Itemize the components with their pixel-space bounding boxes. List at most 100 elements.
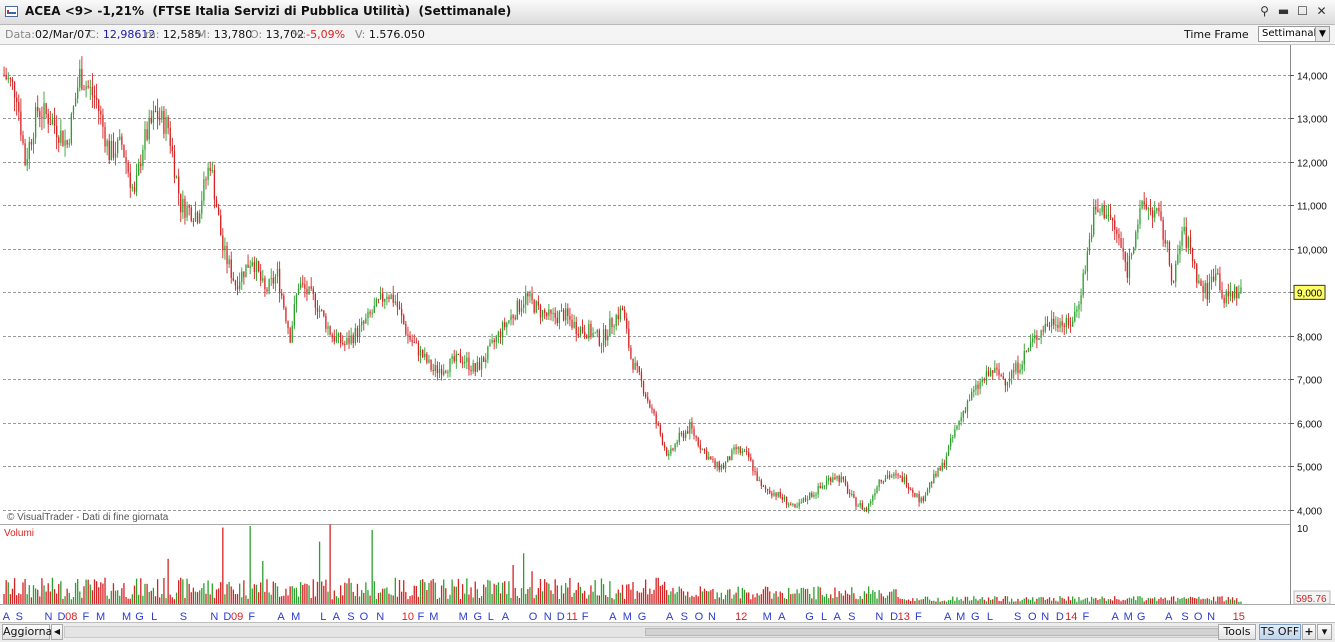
volume-bar xyxy=(11,588,14,604)
volume-bar xyxy=(398,580,401,604)
candle-body xyxy=(552,312,554,314)
volume-bar xyxy=(1124,600,1126,604)
volume-bar xyxy=(1204,599,1206,604)
candle-body xyxy=(745,451,748,453)
volume-bar xyxy=(182,579,184,604)
volume-bar xyxy=(89,584,91,604)
candle-body xyxy=(739,447,741,453)
volume-bar xyxy=(537,588,540,604)
volume-bar xyxy=(300,582,302,604)
candle-body xyxy=(165,117,167,134)
volume-bar xyxy=(966,596,969,604)
pin-icon[interactable]: ⚲ xyxy=(1257,4,1272,19)
candle-body xyxy=(358,325,361,338)
volume-bar xyxy=(600,578,603,604)
candle-body xyxy=(241,271,243,282)
candle-body xyxy=(832,477,834,482)
volume-bar xyxy=(541,591,544,604)
volume-bar xyxy=(1187,598,1190,604)
candle-body xyxy=(455,353,457,362)
candle-body xyxy=(1023,351,1025,365)
candle-body xyxy=(1086,251,1089,272)
volume-bar xyxy=(1156,600,1158,604)
volume-bar xyxy=(350,582,352,604)
time-tick-label: 08 xyxy=(65,611,77,622)
candle-body xyxy=(777,491,779,497)
volume-bar xyxy=(205,593,207,604)
volume-bar xyxy=(129,598,131,604)
volume-bar xyxy=(1177,597,1179,604)
candle-body xyxy=(1160,211,1162,220)
time-tick-label: A xyxy=(944,611,952,622)
candle-body xyxy=(266,289,268,292)
candle-body xyxy=(630,347,632,359)
close-icon[interactable]: ✕ xyxy=(1314,4,1329,19)
volume-bar xyxy=(377,592,380,604)
volume-bar xyxy=(771,598,773,604)
minimize-button[interactable]: ▬ xyxy=(1276,4,1291,19)
candle-body xyxy=(695,435,697,438)
candle-body xyxy=(968,399,971,401)
volume-bar xyxy=(1082,599,1084,604)
candle-body xyxy=(821,485,823,489)
candle-body xyxy=(171,146,173,152)
candle-body xyxy=(234,280,237,286)
ts-off-button[interactable]: TS OFF xyxy=(1259,624,1301,640)
candle-body xyxy=(956,425,958,430)
candle-body xyxy=(697,437,699,446)
time-tick-label: G xyxy=(135,611,144,622)
volume-bar xyxy=(573,592,575,604)
volume-bar xyxy=(1038,597,1040,604)
volume-bar xyxy=(693,596,695,604)
volume-bar xyxy=(720,592,723,604)
volume-bar xyxy=(335,596,338,604)
candle-body xyxy=(409,335,411,341)
candle-body xyxy=(285,307,287,322)
volume-bar xyxy=(947,600,950,604)
candle-body xyxy=(798,502,800,507)
price-chart[interactable]: 14,000 13,000 12,000 11,000 10,000 9,000 8,000… xyxy=(0,45,1335,622)
aggiorna-button[interactable]: Aggiorna xyxy=(2,624,52,640)
add-button[interactable]: + xyxy=(1302,624,1316,640)
time-scrollbar[interactable] xyxy=(64,626,1256,638)
volume-bar xyxy=(37,589,39,604)
volume-bar xyxy=(116,590,119,604)
volume-bar xyxy=(987,597,990,604)
candle-body xyxy=(1233,286,1236,299)
candle-body xyxy=(5,75,7,80)
volume-bar xyxy=(605,595,607,604)
candle-body xyxy=(260,271,262,281)
volume-bar xyxy=(361,590,363,604)
volume-bar xyxy=(373,581,375,604)
candle-body xyxy=(617,314,619,320)
price-tick-label: 12,000 xyxy=(1297,159,1328,170)
candle-body xyxy=(796,506,798,508)
volume-bar xyxy=(1118,599,1120,604)
time-tick-label: F xyxy=(248,611,255,622)
volume-bar xyxy=(512,565,514,604)
candle-body xyxy=(312,288,314,295)
candle-body xyxy=(232,278,234,281)
maximize-button[interactable]: ☐ xyxy=(1295,4,1310,19)
candle-body xyxy=(1217,273,1219,275)
candle-body xyxy=(199,213,201,223)
candle-body xyxy=(459,354,462,363)
volume-bar xyxy=(722,599,725,604)
scroll-left-button[interactable]: ◀ xyxy=(51,624,63,640)
candle-body xyxy=(297,288,300,295)
candle-body xyxy=(47,114,49,124)
scrollbar-thumb[interactable] xyxy=(645,628,1245,636)
candle-body xyxy=(1187,237,1190,248)
candle-body xyxy=(310,286,312,289)
candle-body xyxy=(1061,321,1063,326)
candle-body xyxy=(203,179,205,201)
menu-button[interactable]: ▾ xyxy=(1317,624,1332,640)
volume-bar xyxy=(148,591,150,604)
volume-bar xyxy=(453,586,455,604)
tools-button[interactable]: Tools xyxy=(1218,624,1256,640)
volume-bar xyxy=(836,596,838,604)
volume-bar xyxy=(912,598,914,604)
candle-body xyxy=(493,339,495,343)
volume-bar xyxy=(253,584,256,604)
timeframe-select[interactable]: Settimanale ▼ xyxy=(1258,26,1330,42)
